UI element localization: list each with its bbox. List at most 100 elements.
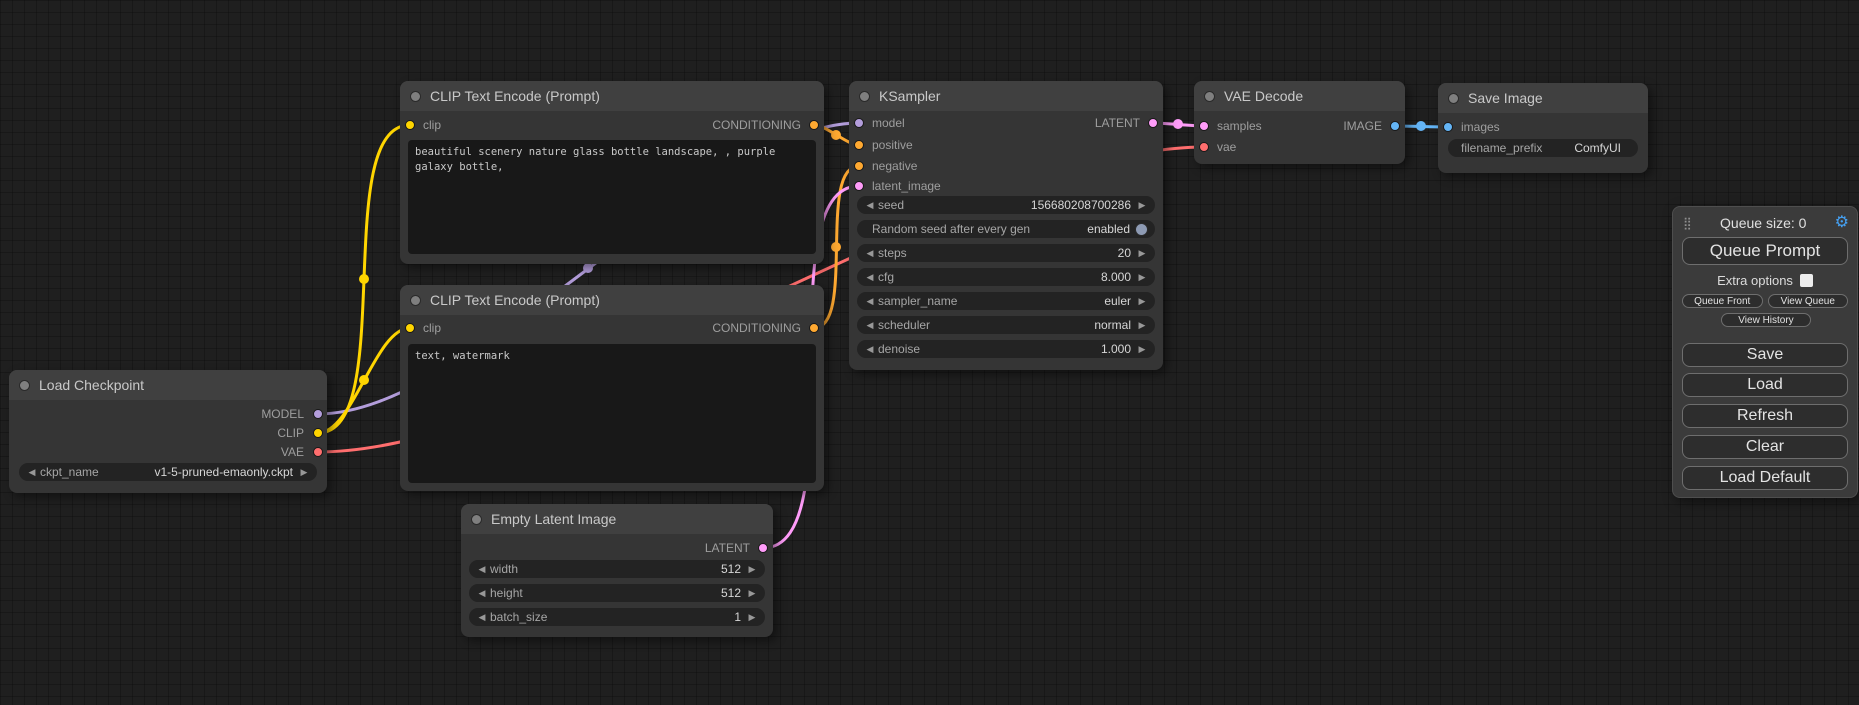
increment-arrow-icon[interactable]: ▶ — [746, 613, 758, 622]
node-save-image[interactable]: Save Image images filename_prefix ComfyU… — [1438, 83, 1648, 173]
increment-arrow-icon[interactable]: ▶ — [746, 589, 758, 598]
vae-output-port[interactable] — [313, 447, 323, 457]
collapse-dot[interactable] — [410, 91, 421, 102]
latent-image-input-port[interactable] — [854, 181, 864, 191]
positive-input-port[interactable] — [854, 140, 864, 150]
negative-input-port[interactable] — [854, 161, 864, 171]
clip-output-port[interactable] — [313, 428, 323, 438]
collapse-dot[interactable] — [19, 380, 30, 391]
load-default-button[interactable]: Load Default — [1682, 466, 1848, 490]
width-widget[interactable]: ◀ width 512 ▶ — [469, 560, 765, 578]
increment-arrow-icon[interactable]: ▶ — [298, 468, 310, 477]
cfg-widget[interactable]: ◀ cfg 8.000 ▶ — [857, 268, 1155, 286]
link-midpoint-dot — [583, 263, 593, 273]
latent-output-port[interactable] — [1148, 118, 1158, 128]
clip-input-port[interactable] — [405, 120, 415, 130]
vae-input-port[interactable] — [1199, 142, 1209, 152]
increment-arrow-icon[interactable]: ▶ — [1136, 273, 1148, 282]
node-titlebar[interactable]: KSampler — [849, 81, 1163, 111]
conditioning-output-port[interactable] — [809, 120, 819, 130]
node-titlebar[interactable]: CLIP Text Encode (Prompt) — [400, 285, 824, 315]
decrement-arrow-icon[interactable]: ◀ — [864, 321, 876, 330]
random-seed-toggle-widget[interactable]: Random seed after every gen enabled — [857, 220, 1155, 238]
load-button[interactable]: Load — [1682, 373, 1848, 397]
samples-input-port[interactable] — [1199, 121, 1209, 131]
decrement-arrow-icon[interactable]: ◀ — [26, 468, 38, 477]
decrement-arrow-icon[interactable]: ◀ — [476, 613, 488, 622]
denoise-widget[interactable]: ◀ denoise 1.000 ▶ — [857, 340, 1155, 358]
increment-arrow-icon[interactable]: ▶ — [746, 565, 758, 574]
node-titlebar[interactable]: Empty Latent Image — [461, 504, 773, 534]
seed-widget[interactable]: ◀ seed 156680208700286 ▶ — [857, 196, 1155, 214]
view-history-button[interactable]: View History — [1721, 313, 1811, 327]
output-label-latent: LATENT — [705, 542, 750, 554]
model-output-port[interactable] — [313, 409, 323, 419]
save-button[interactable]: Save — [1682, 343, 1848, 367]
node-empty-latent-image[interactable]: Empty Latent Image LATENT ◀ width 512 ▶ … — [461, 504, 773, 637]
toggle-indicator[interactable] — [1135, 223, 1148, 236]
collapse-dot[interactable] — [471, 514, 482, 525]
increment-arrow-icon[interactable]: ▶ — [1136, 297, 1148, 306]
widget-value: 20 — [1118, 246, 1131, 260]
collapse-dot[interactable] — [859, 91, 870, 102]
queue-front-button[interactable]: Queue Front — [1682, 294, 1763, 308]
increment-arrow-icon[interactable]: ▶ — [1136, 321, 1148, 330]
image-output-port[interactable] — [1390, 121, 1400, 131]
increment-arrow-icon[interactable]: ▶ — [1136, 249, 1148, 258]
refresh-button[interactable]: Refresh — [1682, 404, 1848, 428]
ckpt-name-widget[interactable]: ◀ ckpt_name v1-5-pruned-emaonly.ckpt ▶ — [19, 463, 317, 481]
node-titlebar[interactable]: Save Image — [1438, 83, 1648, 113]
queue-prompt-button[interactable]: Queue Prompt — [1682, 237, 1848, 265]
node-titlebar[interactable]: CLIP Text Encode (Prompt) — [400, 81, 824, 111]
model-input-port[interactable] — [854, 118, 864, 128]
decrement-arrow-icon[interactable]: ◀ — [864, 297, 876, 306]
collapse-dot[interactable] — [1204, 91, 1215, 102]
filename-prefix-widget[interactable]: filename_prefix ComfyUI — [1448, 139, 1638, 157]
sampler-name-widget[interactable]: ◀ sampler_name euler ▶ — [857, 292, 1155, 310]
collapse-dot[interactable] — [410, 295, 421, 306]
conditioning-output-port[interactable] — [809, 323, 819, 333]
view-queue-button[interactable]: View Queue — [1768, 294, 1849, 308]
output-label-latent: LATENT — [1095, 117, 1140, 129]
height-widget[interactable]: ◀ height 512 ▶ — [469, 584, 765, 602]
graph-canvas[interactable]: Load Checkpoint MODEL CLIP VAE ◀ ckpt_na… — [0, 0, 1859, 705]
node-title: CLIP Text Encode (Prompt) — [430, 292, 600, 308]
node-titlebar[interactable]: Load Checkpoint — [9, 370, 327, 400]
link-midpoint-dot — [1173, 119, 1183, 129]
clip-input-port[interactable] — [405, 323, 415, 333]
decrement-arrow-icon[interactable]: ◀ — [864, 273, 876, 282]
decrement-arrow-icon[interactable]: ◀ — [864, 249, 876, 258]
latent-output-port[interactable] — [758, 543, 768, 553]
scheduler-widget[interactable]: ◀ scheduler normal ▶ — [857, 316, 1155, 334]
prompt-textarea[interactable]: text, watermark — [408, 344, 816, 483]
increment-arrow-icon[interactable]: ▶ — [1136, 201, 1148, 210]
prompt-textarea[interactable]: beautiful scenery nature glass bottle la… — [408, 140, 816, 254]
extra-options-row: Extra options — [1673, 271, 1857, 289]
node-clip-text-encode-negative[interactable]: CLIP Text Encode (Prompt) clip CONDITION… — [400, 285, 824, 491]
widget-value: 1.000 — [1101, 342, 1131, 356]
widget-value: enabled — [1087, 222, 1130, 236]
queue-size-label: Queue size: 0 — [1692, 215, 1835, 231]
node-ksampler[interactable]: KSampler model positive negative latent_… — [849, 81, 1163, 370]
collapse-dot[interactable] — [1448, 93, 1459, 104]
input-label-clip: clip — [423, 119, 441, 131]
decrement-arrow-icon[interactable]: ◀ — [476, 565, 488, 574]
node-vae-decode[interactable]: VAE Decode samples vae IMAGE — [1194, 81, 1405, 164]
node-clip-text-encode-positive[interactable]: CLIP Text Encode (Prompt) clip CONDITION… — [400, 81, 824, 264]
node-load-checkpoint[interactable]: Load Checkpoint MODEL CLIP VAE ◀ ckpt_na… — [9, 370, 327, 493]
decrement-arrow-icon[interactable]: ◀ — [864, 345, 876, 354]
decrement-arrow-icon[interactable]: ◀ — [864, 201, 876, 210]
images-input-port[interactable] — [1443, 122, 1453, 132]
input-label-positive: positive — [872, 139, 913, 151]
node-titlebar[interactable]: VAE Decode — [1194, 81, 1405, 111]
gear-icon[interactable]: ⚙ — [1835, 215, 1849, 231]
clear-button[interactable]: Clear — [1682, 435, 1848, 459]
extra-options-checkbox[interactable] — [1800, 274, 1813, 287]
steps-widget[interactable]: ◀ steps 20 ▶ — [857, 244, 1155, 262]
widget-name: steps — [878, 246, 907, 260]
increment-arrow-icon[interactable]: ▶ — [1136, 345, 1148, 354]
drag-handle-icon[interactable]: ⣿ — [1683, 216, 1692, 230]
batch-size-widget[interactable]: ◀ batch_size 1 ▶ — [469, 608, 765, 626]
decrement-arrow-icon[interactable]: ◀ — [476, 589, 488, 598]
widget-value: 1 — [734, 610, 741, 624]
